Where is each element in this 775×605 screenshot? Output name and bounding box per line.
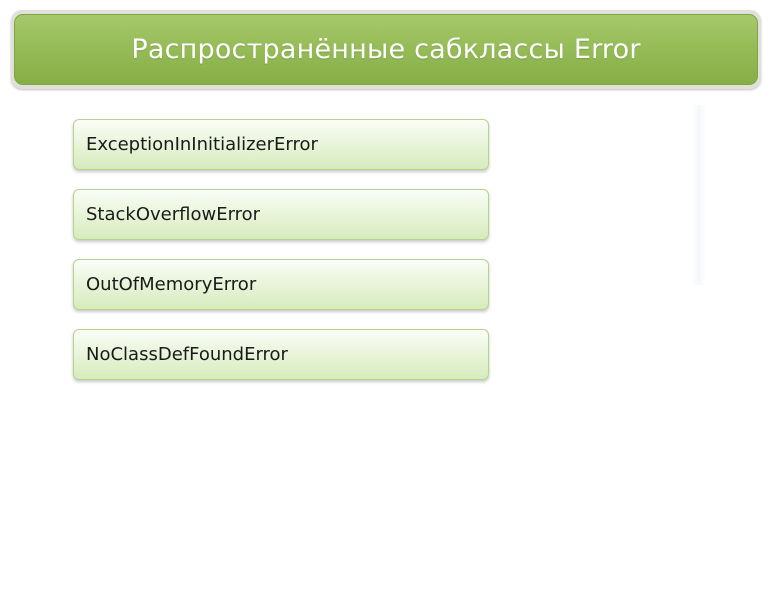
- title-bar: Распространённые сабклассы Error: [14, 14, 758, 85]
- list-item-label: ExceptionInInitializerError: [86, 134, 318, 155]
- slide-title: Распространённые сабклассы Error: [131, 34, 641, 65]
- list-item-label: StackOverflowError: [86, 204, 261, 225]
- list-item-label: OutOfMemoryError: [86, 274, 257, 295]
- background-glare: [692, 105, 706, 285]
- list-item: NoClassDefFoundError: [73, 329, 489, 380]
- slide: Распространённые сабклассы Error Excepti…: [0, 0, 775, 605]
- list-item: OutOfMemoryError: [73, 259, 489, 310]
- list-item: StackOverflowError: [73, 189, 489, 240]
- error-list: ExceptionInInitializerError StackOverflo…: [73, 119, 489, 399]
- list-item: ExceptionInInitializerError: [73, 119, 489, 170]
- list-item-label: NoClassDefFoundError: [86, 344, 288, 365]
